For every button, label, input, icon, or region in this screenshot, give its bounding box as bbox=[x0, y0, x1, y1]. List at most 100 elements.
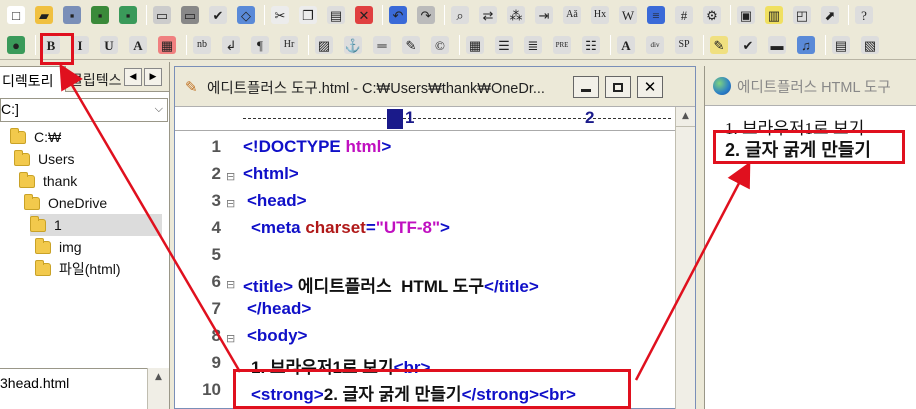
toolbar-separator bbox=[703, 35, 704, 55]
replace-icon: ⇄ bbox=[479, 6, 497, 24]
tree-item-html-files[interactable]: 파일(html) bbox=[35, 258, 121, 280]
indent-button[interactable]: ⇥ bbox=[532, 3, 556, 27]
line-break-button[interactable]: ↲ bbox=[219, 33, 243, 57]
tab-scroll-right-icon[interactable]: ▶ bbox=[144, 68, 162, 86]
validate-button[interactable]: ✔ bbox=[736, 33, 760, 57]
tab-directory[interactable]: 디렉토리 bbox=[0, 66, 66, 92]
help-button[interactable]: ? bbox=[852, 3, 876, 27]
settings-icon: ⚙ bbox=[703, 6, 721, 24]
cut-button[interactable]: ✂ bbox=[268, 3, 292, 27]
line-number-gutter: 1 2 3 4 5 6 7 8 9 10 ⊟ ⊟ ⊟ ⊟ bbox=[175, 131, 235, 409]
tree-item-thank[interactable]: thank bbox=[19, 170, 77, 192]
font-color-button[interactable]: A bbox=[126, 33, 150, 57]
globe-icon bbox=[713, 77, 731, 95]
line-spacing-button[interactable]: ≡ bbox=[644, 3, 668, 27]
new-file-button[interactable]: □ bbox=[4, 3, 28, 27]
chevron-down-icon[interactable]: ⌵ bbox=[155, 103, 163, 116]
preview-button[interactable]: ◰ bbox=[790, 3, 814, 27]
hr-line-button[interactable]: ═ bbox=[370, 33, 394, 57]
tab-scroll-left-icon[interactable]: ◀ bbox=[124, 68, 142, 86]
browser-globe-button[interactable]: ● bbox=[4, 33, 28, 57]
save-button[interactable]: ▪ bbox=[60, 3, 84, 27]
redo-button[interactable]: ↷ bbox=[414, 3, 438, 27]
insert-image-button[interactable]: ▨ bbox=[312, 33, 336, 57]
maximize-button[interactable] bbox=[605, 76, 631, 98]
undo-button[interactable]: ↶ bbox=[386, 3, 410, 27]
close-button[interactable]: ✕ bbox=[637, 76, 663, 98]
open-folder-button[interactable]: ▰ bbox=[32, 3, 56, 27]
list-button[interactable]: ☷ bbox=[579, 33, 603, 57]
color-palette-icon: ▦ bbox=[158, 36, 176, 54]
tree-item-img[interactable]: img bbox=[35, 236, 82, 258]
paste-button[interactable]: ▤ bbox=[324, 3, 348, 27]
save-as-button[interactable]: ▪ bbox=[116, 3, 140, 27]
save-all-button[interactable]: ▪ bbox=[88, 3, 112, 27]
toolbar-separator bbox=[825, 35, 826, 55]
print-preview-button[interactable]: ▭ bbox=[150, 3, 174, 27]
tree-item-c-drive[interactable]: C:₩ bbox=[10, 126, 61, 148]
validate-icon: ✔ bbox=[739, 36, 757, 54]
anchor-button[interactable]: ⚓ bbox=[341, 33, 365, 57]
frame-button[interactable]: ▤ bbox=[829, 33, 853, 57]
underline-button[interactable]: U bbox=[97, 33, 121, 57]
panel-split-button[interactable]: ▥ bbox=[762, 3, 786, 27]
line-number: 4 bbox=[211, 218, 221, 237]
word-wrap-button[interactable]: W bbox=[616, 3, 640, 27]
editor-scrollbar[interactable]: ▲ bbox=[675, 107, 695, 409]
replace-button[interactable]: ⇄ bbox=[476, 3, 500, 27]
indent-icon: ⇥ bbox=[535, 6, 553, 24]
view-source-button[interactable]: ◇ bbox=[234, 3, 258, 27]
panel-split-icon: ▥ bbox=[765, 6, 783, 24]
scroll-up-icon[interactable]: ▲ bbox=[676, 107, 695, 127]
color-palette-button[interactable]: ▦ bbox=[155, 33, 179, 57]
paragraph-button[interactable]: ¶ bbox=[248, 33, 272, 57]
tree-item-users[interactable]: Users bbox=[14, 148, 75, 170]
template-button[interactable]: ▧ bbox=[858, 33, 882, 57]
copy-button[interactable]: ❐ bbox=[296, 3, 320, 27]
file-list-scrollbar[interactable]: ▲ bbox=[147, 368, 169, 409]
fold-toggle-icon[interactable]: ⊟ bbox=[226, 278, 235, 291]
font-tag-button[interactable]: A bbox=[614, 33, 638, 57]
tree-item-label: C:₩ bbox=[34, 129, 62, 145]
fold-toggle-icon[interactable]: ⊟ bbox=[226, 197, 235, 210]
table-button[interactable]: ▦ bbox=[463, 33, 487, 57]
settings-button[interactable]: ⚙ bbox=[700, 3, 724, 27]
fold-toggle-icon[interactable]: ⊟ bbox=[226, 170, 235, 183]
tree-item-1-selected[interactable]: 1 bbox=[30, 214, 162, 236]
div-tag-button[interactable]: div bbox=[643, 33, 667, 57]
span-tag-icon: SP bbox=[675, 36, 693, 54]
code-token: html bbox=[345, 137, 382, 156]
redo-icon: ↷ bbox=[417, 6, 435, 24]
preformatted-button[interactable]: PRE bbox=[550, 33, 574, 57]
nobr-button[interactable]: nb bbox=[190, 33, 214, 57]
folder-icon bbox=[35, 259, 51, 276]
heading-button[interactable]: Hx bbox=[588, 3, 612, 27]
external-browser-button[interactable]: ⬈ bbox=[818, 3, 842, 27]
align-center-button[interactable]: ≣ bbox=[521, 33, 545, 57]
file-item[interactable]: 3head.html bbox=[0, 375, 69, 391]
panel-left-button[interactable]: ▣ bbox=[734, 3, 758, 27]
line-numbers-button[interactable]: # bbox=[672, 3, 696, 27]
form-edit-button[interactable]: ✎ bbox=[399, 33, 423, 57]
minimize-button[interactable] bbox=[573, 76, 599, 98]
horizontal-rule-button[interactable]: Hr bbox=[277, 33, 301, 57]
find-button[interactable]: ⌕ bbox=[448, 3, 472, 27]
code-line-6: <title> 에디트플러스 HTML 도구</title> bbox=[243, 272, 539, 297]
drive-select[interactable]: C:] ⌵ bbox=[0, 98, 168, 122]
goto-line-button[interactable]: ⁂ bbox=[504, 3, 528, 27]
special-char-button[interactable]: © bbox=[428, 33, 452, 57]
print-button[interactable]: ▭ bbox=[178, 3, 202, 27]
fold-toggle-icon[interactable]: ⊟ bbox=[226, 332, 235, 345]
tree-item-label: Users bbox=[38, 151, 75, 167]
audio-button[interactable]: ♫ bbox=[794, 33, 818, 57]
scroll-up-icon[interactable]: ▲ bbox=[148, 368, 169, 382]
table-row-button[interactable]: ☰ bbox=[492, 33, 516, 57]
span-tag-button[interactable]: SP bbox=[672, 33, 696, 57]
help-icon: ? bbox=[855, 6, 873, 24]
spellcheck-button[interactable]: ✔ bbox=[206, 3, 230, 27]
font-size-button[interactable]: Aǎ bbox=[560, 3, 584, 27]
video-button[interactable]: ▬ bbox=[765, 33, 789, 57]
edit-pencil-button[interactable]: ✎ bbox=[707, 33, 731, 57]
tree-item-onedrive[interactable]: OneDrive bbox=[24, 192, 107, 214]
delete-button[interactable]: ✕ bbox=[352, 3, 376, 27]
